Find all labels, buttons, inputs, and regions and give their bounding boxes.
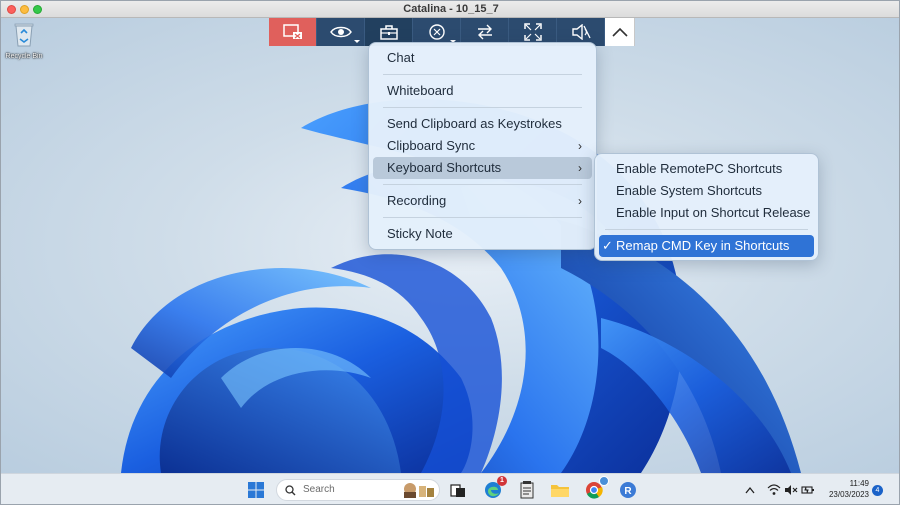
effects-icon [428,24,445,40]
chrome-profile-badge [599,476,609,486]
search-placeholder: Search [303,484,335,495]
edge-button[interactable]: 1 [483,476,507,500]
menu-separator [383,107,582,108]
tools-menu: Chat Whiteboard Send Clipboard as Keystr… [368,42,597,250]
submenu-item-input-on-release[interactable]: Enable Input on Shortcut Release [599,202,814,224]
speaker-icon [571,24,591,40]
menu-separator [383,74,582,75]
submenu-arrow-icon: › [578,194,582,208]
collapse-toolbar-button[interactable] [605,18,635,46]
submenu-item-label: Enable Input on Shortcut Release [616,205,811,220]
end-session-icon [282,24,302,39]
remotepc-button[interactable]: R [618,480,638,500]
window-title: Catalina - 10_15_7 [403,3,499,15]
submenu-arrow-icon: › [578,139,582,153]
submenu-item-remotepc-shortcuts[interactable]: Enable RemotePC Shortcuts [599,158,814,180]
system-clock[interactable]: 11:49 23/03/2023 [821,478,869,500]
submenu-item-label: Enable RemotePC Shortcuts [616,161,783,176]
menu-item-recording[interactable]: Recording › [373,190,592,212]
task-view-icon [450,484,465,497]
windows-logo-icon [248,482,264,498]
recycle-bin[interactable]: Recycle Bin [3,21,45,60]
folder-icon [551,485,569,497]
menu-separator [383,217,582,218]
menu-item-whiteboard[interactable]: Whiteboard [373,80,592,102]
svg-text:R: R [624,486,632,497]
wifi-icon [767,484,781,495]
menu-item-label: Send Clipboard as Keystrokes [387,116,562,131]
file-explorer-button[interactable] [550,480,570,500]
search-box[interactable]: Search [276,479,440,501]
keyboard-shortcuts-submenu: Enable RemotePC Shortcuts Enable System … [594,153,819,261]
fullscreen-icon [523,23,542,41]
menu-item-label: Recording [387,193,447,208]
view-dropdown-caret-icon [354,40,360,43]
menu-item-label: Whiteboard [387,83,454,98]
clock-date: 23/03/2023 [828,490,869,499]
menu-item-clipboard-sync[interactable]: Clipboard Sync › [373,135,592,157]
menu-item-label: Keyboard Shortcuts [387,160,502,175]
chevron-up-icon [611,27,628,37]
battery-button[interactable] [800,480,816,500]
recycle-bin-icon [14,23,34,47]
menu-item-label: Sticky Note [387,226,453,241]
submenu-item-system-shortcuts[interactable]: Enable System Shortcuts [599,180,814,202]
end-session-button[interactable] [269,18,317,46]
checkmark-icon: ✓ [602,238,613,253]
recycle-bin-label: Recycle Bin [5,53,43,60]
menu-item-sticky-note[interactable]: Sticky Note [373,223,592,245]
menu-separator [383,184,582,185]
submenu-item-label: Remap CMD Key in Shortcuts [616,238,790,253]
eye-icon [329,26,352,38]
clock-time: 11:49 [849,479,869,488]
task-view-button[interactable] [448,480,468,500]
submenu-item-remap-cmd[interactable]: ✓ Remap CMD Key in Shortcuts [599,235,814,257]
taskbar: Search 1 R 11:49 23/03/2023 4 [1,473,899,504]
notepad-button[interactable] [517,480,537,500]
menu-item-send-clipboard[interactable]: Send Clipboard as Keystrokes [373,113,592,135]
chrome-button[interactable] [584,476,609,500]
toolbox-icon [379,25,398,40]
chevron-up-icon [745,486,755,494]
volume-button[interactable] [783,480,799,500]
network-button[interactable] [766,480,782,500]
remote-window: Catalina - 10_15_7 Recycle Bin Chat Whit… [0,0,900,505]
menu-separator [605,229,808,230]
view-button[interactable] [317,18,365,46]
remotepc-icon: R [620,482,636,498]
show-hidden-icons-button[interactable] [743,480,757,500]
search-highlight-icon [404,483,434,498]
menu-item-label: Chat [387,50,415,65]
volume-muted-icon [785,485,798,495]
submenu-arrow-icon: › [578,161,582,175]
edge-notification-badge: 1 [497,476,507,486]
battery-icon [801,486,814,494]
menu-item-label: Clipboard Sync [387,138,476,153]
start-button[interactable] [246,480,266,500]
search-icon [285,485,296,496]
notepad-icon [520,481,534,499]
transfer-icon [477,24,492,40]
title-bar[interactable]: Catalina - 10_15_7 [1,1,899,18]
menu-item-chat[interactable]: Chat [373,47,592,69]
menu-item-keyboard-shortcuts[interactable]: Keyboard Shortcuts › [373,157,592,179]
notification-count-badge[interactable]: 4 [872,485,883,496]
submenu-item-label: Enable System Shortcuts [616,183,762,198]
